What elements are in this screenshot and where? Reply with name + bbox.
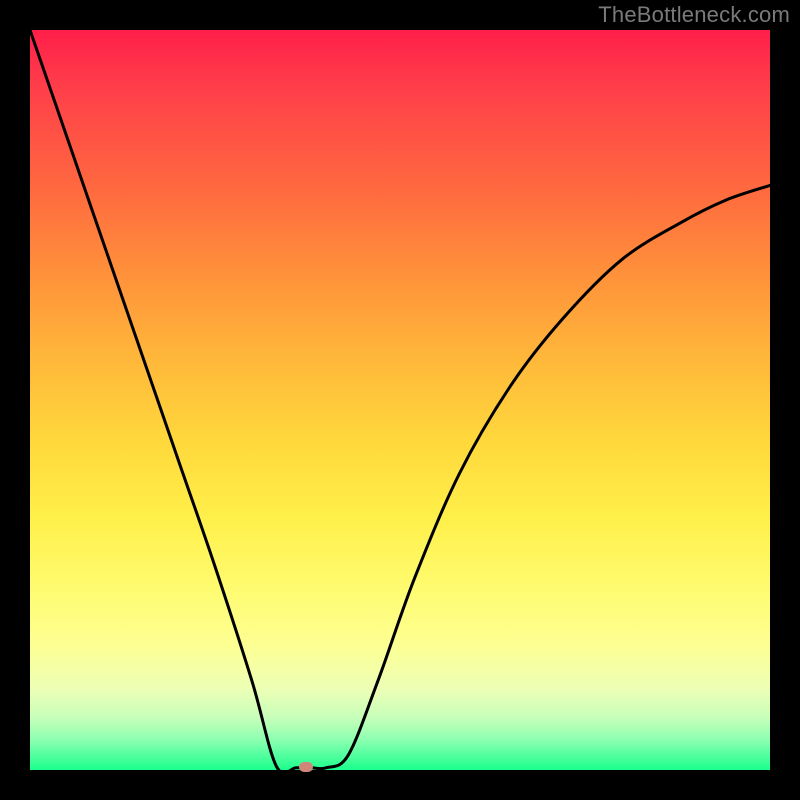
chart-frame: TheBottleneck.com bbox=[0, 0, 800, 800]
watermark-text: TheBottleneck.com bbox=[598, 2, 790, 28]
bottleneck-curve bbox=[30, 30, 770, 770]
optimum-marker bbox=[299, 762, 313, 772]
curve-svg bbox=[30, 30, 770, 770]
plot-area bbox=[30, 30, 770, 770]
